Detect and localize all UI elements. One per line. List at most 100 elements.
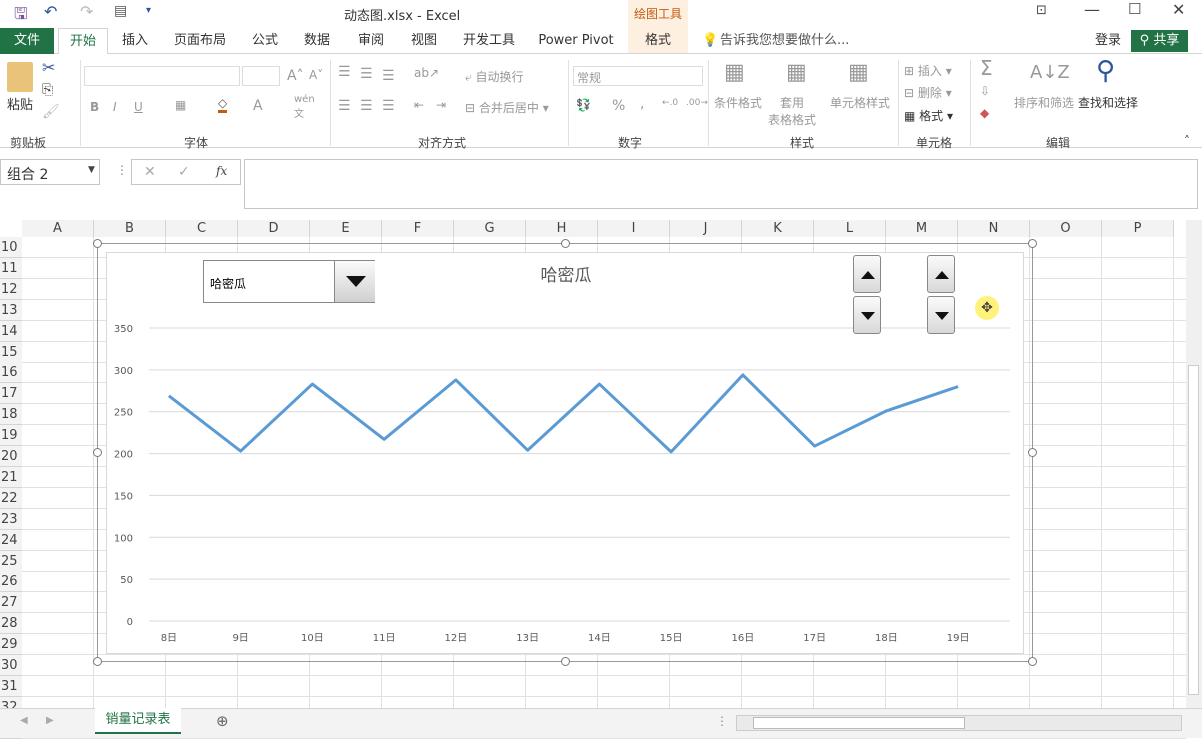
column-header[interactable]: K	[742, 220, 814, 237]
row-header[interactable]: 20	[0, 446, 22, 467]
column-header[interactable]: F	[382, 220, 454, 237]
sheet-tab-sales[interactable]: 销量记录表	[95, 708, 181, 734]
spinner-1-down-button[interactable]	[853, 296, 881, 334]
clear-icon[interactable]: ◆	[980, 106, 989, 120]
tab-page-layout[interactable]: 页面布局	[168, 28, 232, 54]
minimize-button[interactable]: —	[1084, 0, 1100, 19]
row-header[interactable]: 28	[0, 613, 22, 634]
align-middle-icon[interactable]: ☰	[360, 66, 373, 82]
combo-dropdown-button[interactable]	[334, 261, 375, 302]
row-header[interactable]: 23	[0, 509, 22, 530]
italic-button[interactable]: I	[113, 100, 117, 114]
spinner-2-up-button[interactable]	[927, 255, 955, 293]
column-header[interactable]: E	[310, 220, 382, 237]
row-header[interactable]: 24	[0, 530, 22, 551]
ribbon-display-icon[interactable]: ⊡	[1036, 3, 1047, 18]
font-color-icon[interactable]: A	[253, 98, 263, 114]
row-header[interactable]: 12	[0, 279, 22, 300]
row-header[interactable]: 31	[0, 676, 22, 697]
collapse-ribbon-icon[interactable]: ˄	[1184, 134, 1190, 148]
resize-handle[interactable]	[1028, 448, 1037, 457]
share-button[interactable]: ⚲ 共享	[1131, 30, 1188, 52]
cut-icon[interactable]: ✂	[42, 58, 55, 77]
increase-decimal-icon[interactable]: ←.0	[662, 98, 678, 108]
formula-input[interactable]	[244, 159, 1198, 209]
align-bottom-icon[interactable]: ☰	[382, 68, 395, 84]
add-sheet-icon[interactable]: ⊕	[216, 712, 229, 730]
fruit-combo-box[interactable]: 哈密瓜	[203, 260, 375, 303]
vertical-scroll-thumb[interactable]	[1188, 365, 1199, 695]
maximize-button[interactable]: ☐	[1128, 0, 1141, 18]
column-header[interactable]: M	[886, 220, 958, 237]
column-header[interactable]: H	[526, 220, 598, 237]
increase-indent-icon[interactable]: ⇥	[436, 98, 446, 112]
find-select-button[interactable]: 查找和选择	[1078, 94, 1138, 111]
row-header[interactable]: 17	[0, 383, 22, 404]
sign-in-link[interactable]: 登录	[1090, 28, 1126, 54]
fill-color-icon[interactable]: ◇	[218, 96, 227, 113]
resize-handle[interactable]	[1028, 239, 1037, 248]
column-header[interactable]: L	[814, 220, 886, 237]
orientation-icon[interactable]: ab↗	[414, 66, 439, 80]
cancel-icon[interactable]: ✕	[144, 164, 156, 180]
vertical-scrollbar[interactable]	[1186, 220, 1202, 708]
font-size-select[interactable]	[242, 66, 280, 86]
row-header[interactable]: 30	[0, 655, 22, 676]
font-name-select[interactable]	[84, 66, 240, 86]
tab-format[interactable]: 格式	[634, 28, 682, 54]
tab-developer[interactable]: 开发工具	[458, 28, 520, 54]
resize-handle[interactable]	[561, 239, 570, 248]
column-header[interactable]: J	[670, 220, 742, 237]
row-header[interactable]: 10	[0, 237, 22, 258]
resize-handle[interactable]	[93, 239, 102, 248]
currency-icon[interactable]: 💱	[576, 98, 591, 112]
column-header[interactable]: C	[166, 220, 238, 237]
undo-icon[interactable]: ↶	[44, 2, 57, 21]
column-header[interactable]: O	[1030, 220, 1102, 237]
delete-cells-button[interactable]: ⊟ 删除 ▾	[904, 84, 952, 101]
tab-insert[interactable]: 插入	[112, 28, 158, 54]
resize-handle[interactable]	[93, 448, 102, 457]
sort-filter-button[interactable]: 排序和筛选	[1014, 94, 1074, 111]
tab-power-pivot[interactable]: Power Pivot	[532, 28, 620, 54]
fill-icon[interactable]: ⇩	[980, 84, 990, 98]
increase-font-icon[interactable]: A˄	[287, 68, 304, 84]
align-right-icon[interactable]: ☰	[382, 98, 395, 114]
resize-handle[interactable]	[561, 657, 570, 666]
horizontal-scroll-thumb[interactable]	[753, 717, 965, 729]
form-icon[interactable]: ▤	[114, 3, 127, 19]
tab-formulas[interactable]: 公式	[244, 28, 286, 54]
close-button[interactable]: ✕	[1172, 0, 1185, 19]
align-center-icon[interactable]: ☰	[360, 98, 373, 114]
row-header[interactable]: 16	[0, 362, 22, 383]
resize-handle[interactable]	[1028, 657, 1037, 666]
cell-styles-button[interactable]: 单元格样式	[830, 94, 890, 111]
copy-icon[interactable]: ⎘	[42, 82, 53, 98]
percent-button[interactable]: %	[612, 98, 625, 114]
spinner-2-down-button[interactable]	[927, 296, 955, 334]
column-header[interactable]: G	[454, 220, 526, 237]
tab-view[interactable]: 视图	[403, 28, 445, 54]
format-cells-button[interactable]: ▦ 格式 ▾	[904, 107, 953, 124]
tab-home[interactable]: 开始	[58, 28, 108, 55]
row-header[interactable]: 25	[0, 551, 22, 572]
resize-handle[interactable]	[93, 657, 102, 666]
align-left-icon[interactable]: ☰	[338, 98, 351, 114]
column-header[interactable]: P	[1102, 220, 1174, 237]
paste-icon[interactable]	[7, 62, 33, 92]
enter-icon[interactable]: ✓	[178, 164, 190, 180]
merge-center-button[interactable]: ⊟ 合并后居中 ▾	[465, 99, 549, 116]
conditional-format-button[interactable]: 条件格式	[714, 94, 762, 111]
tab-data[interactable]: 数据	[296, 28, 338, 54]
border-icon[interactable]: ▦	[175, 98, 186, 112]
decrease-decimal-icon[interactable]: .00→	[686, 98, 708, 108]
column-header[interactable]: N	[958, 220, 1030, 237]
row-header[interactable]: 15	[0, 342, 22, 363]
tab-review[interactable]: 审阅	[350, 28, 392, 54]
tab-file[interactable]: 文件	[0, 28, 54, 54]
column-header[interactable]: B	[94, 220, 166, 237]
row-header[interactable]: 29	[0, 634, 22, 655]
row-header[interactable]: 21	[0, 467, 22, 488]
prev-sheet-icon[interactable]: ◀	[20, 715, 28, 726]
save-icon[interactable]: 🖫	[14, 3, 28, 30]
